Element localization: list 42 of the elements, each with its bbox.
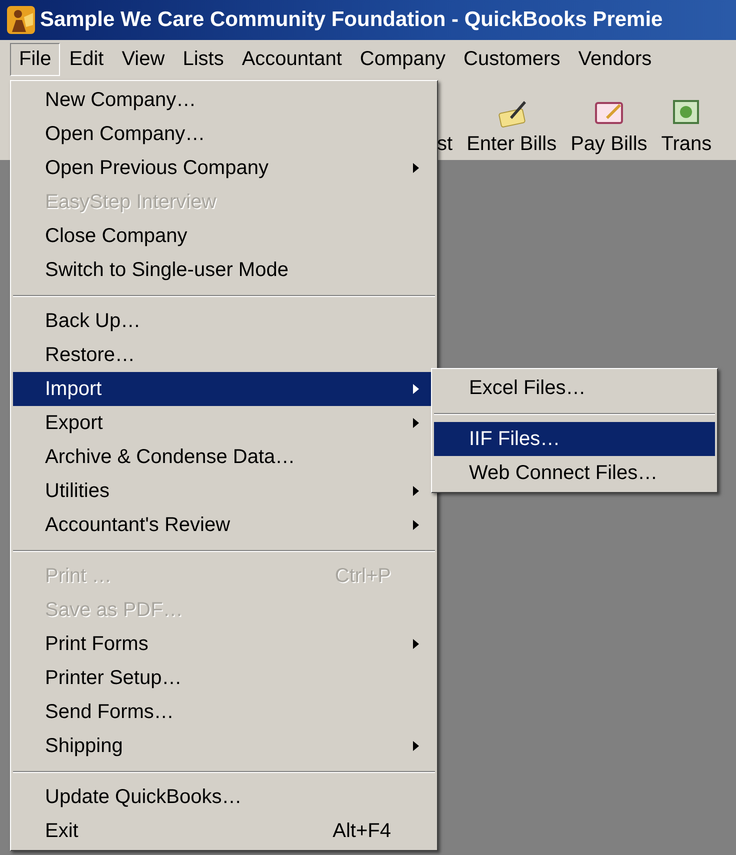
submenu-arrow-icon [413,639,419,649]
menu-item[interactable]: Printer Setup… [13,661,435,695]
shortcut-label: Alt+F4 [332,820,391,842]
menu-item[interactable]: Exit Alt+F4 [13,814,435,848]
toolbar-button-label[interactable]: Enter Bills [466,133,557,156]
menu-bar-item[interactable]: Customers [454,42,570,76]
menu-bar-item[interactable]: Accountant [232,42,351,76]
menu-item[interactable]: IIF Files… [434,422,715,456]
menu-bar-item[interactable]: Edit [60,42,113,76]
submenu-arrow-icon [413,384,419,394]
menu-item[interactable]: Export [13,406,435,440]
submenu-arrow-icon [413,418,419,428]
menu-item[interactable]: Send Forms… [13,695,435,729]
menu-bar-item[interactable]: File [10,42,60,76]
menu-bar-item[interactable]: Vendors [569,42,661,76]
menu-item[interactable]: Update QuickBooks… [13,780,435,814]
menu-item[interactable]: Web Connect Files… [434,456,715,490]
menu-item[interactable]: Excel Files… [434,371,715,405]
window-title: Sample We Care Community Foundation - QuickBooks Premie [40,8,663,32]
submenu-arrow-icon [413,486,419,496]
app-logo-icon [6,5,36,35]
menu-item[interactable]: New Company… [13,83,435,117]
menu-bar-item[interactable]: Lists [174,42,233,76]
menu-item[interactable]: Open Company… [13,117,435,151]
menu-item[interactable]: Back Up… [13,304,435,338]
toolbar-button-label[interactable]: Pay Bills [570,133,648,156]
menu-item[interactable]: Shipping [13,729,435,763]
submenu-arrow-icon [413,741,419,751]
menu-item[interactable]: Accountant's Review [13,508,435,542]
submenu-arrow-icon [413,163,419,173]
toolbar-button-label[interactable]: Trans [661,133,712,156]
menu-item[interactable]: Print Forms [13,627,435,661]
menu-bar-item[interactable]: View [112,42,174,76]
menu-item[interactable]: Archive & Condense Data… [13,440,435,474]
menu-item[interactable]: Utilities [13,474,435,508]
menu-bar-item[interactable]: Company [350,42,455,76]
menu-item[interactable]: Close Company [13,219,435,253]
submenu-arrow-icon [413,520,419,530]
menu-item[interactable]: Switch to Single-user Mode [13,253,435,287]
menu-item[interactable]: Open Previous Company [13,151,435,185]
menu-item[interactable]: Restore… [13,338,435,372]
toolbar-button-label[interactable]: st [437,133,453,156]
